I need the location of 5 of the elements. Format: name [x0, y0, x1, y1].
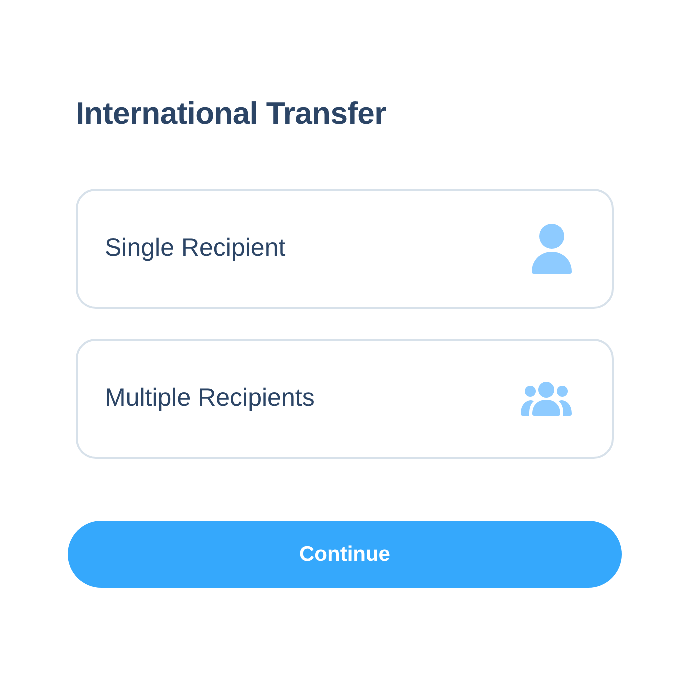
recipient-option-card[interactable]: Multiple Recipients — [76, 339, 614, 459]
person-icon — [532, 224, 572, 274]
recipient-option-card[interactable]: Single Recipient — [76, 189, 614, 309]
group-icon — [521, 382, 572, 416]
page-title: International Transfer — [76, 95, 388, 133]
